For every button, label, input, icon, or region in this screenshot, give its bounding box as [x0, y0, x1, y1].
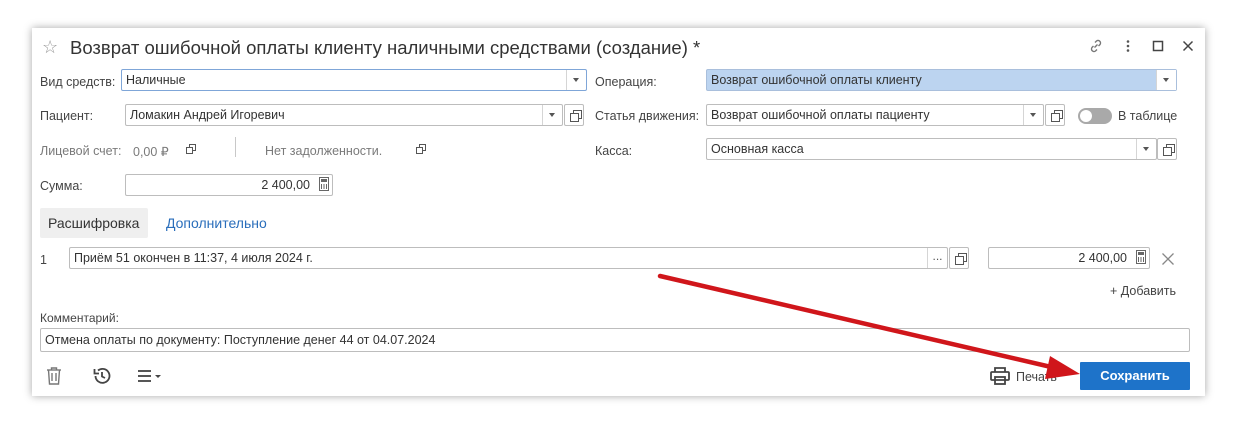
account-amount: 0,00 ₽ — [133, 145, 169, 159]
open-debt-icon[interactable] — [416, 144, 426, 154]
summa-input[interactable]: 2 400,00 — [125, 174, 333, 196]
open-statya-button[interactable] — [1045, 104, 1065, 126]
calculator-icon[interactable] — [1136, 250, 1146, 264]
summa-label: Сумма: — [40, 179, 83, 193]
more-vertical-icon[interactable] — [1120, 38, 1136, 54]
divider — [235, 137, 236, 157]
patient-value: Ломакин Андрей Игоревич — [130, 108, 285, 122]
tab-rasshifrovka[interactable]: Расшифровка — [40, 208, 148, 238]
delete-row-icon[interactable] — [1161, 252, 1175, 266]
kassa-value: Основная касса — [711, 142, 804, 156]
chevron-down-icon[interactable] — [1023, 105, 1043, 125]
operation-value: Возврат ошибочной оплаты клиенту — [711, 73, 922, 87]
open-patient-button[interactable] — [564, 104, 584, 126]
account-label: Лицевой счет: — [40, 144, 122, 158]
link-icon[interactable] — [1088, 38, 1104, 54]
favorite-star-icon[interactable]: ☆ — [42, 37, 58, 58]
menu-icon[interactable] — [137, 368, 165, 384]
operation-select[interactable]: Возврат ошибочной оплаты клиенту — [706, 69, 1177, 91]
statya-label: Статья движения: — [595, 109, 700, 123]
debt-status: Нет задолженности. — [265, 144, 383, 158]
patient-label: Пациент: — [40, 109, 94, 123]
chevron-down-icon[interactable] — [566, 70, 586, 90]
chevron-down-icon[interactable] — [1156, 70, 1176, 90]
chevron-down-icon[interactable] — [542, 105, 562, 125]
open-kassa-button[interactable] — [1157, 138, 1177, 160]
open-account-icon[interactable] — [186, 144, 196, 154]
close-icon[interactable] — [1180, 38, 1196, 54]
chevron-down-icon[interactable] — [1136, 139, 1156, 159]
statya-value: Возврат ошибочной оплаты пациенту — [711, 108, 930, 122]
row-description: Приём 51 окончен в 11:37, 4 июля 2024 г. — [74, 251, 313, 265]
summa-value: 2 400,00 — [261, 178, 310, 192]
comment-label: Комментарий: — [40, 311, 119, 325]
operation-label: Операция: — [595, 75, 657, 89]
in-table-label: В таблице — [1118, 109, 1178, 123]
row-number: 1 — [40, 253, 47, 267]
comment-value: Отмена оплаты по документу: Поступление … — [45, 333, 436, 347]
history-icon[interactable] — [91, 365, 113, 387]
vid-sredstv-select[interactable]: Наличные — [121, 69, 587, 91]
annotation-arrow — [657, 273, 1080, 379]
maximize-icon[interactable] — [1150, 38, 1166, 54]
patient-select[interactable]: Ломакин Андрей Игоревич — [125, 104, 563, 126]
vid-sredstv-value: Наличные — [126, 73, 186, 87]
kassa-select[interactable]: Основная касса — [706, 138, 1157, 160]
tab-dopolnitelno[interactable]: Дополнительно — [166, 215, 267, 231]
calculator-icon[interactable] — [319, 177, 329, 191]
in-table-toggle[interactable] — [1078, 108, 1112, 124]
trash-icon[interactable] — [45, 366, 63, 386]
add-row-button[interactable]: + Добавить — [1110, 284, 1176, 298]
vid-sredstv-label: Вид средств: — [40, 75, 116, 89]
statya-select[interactable]: Возврат ошибочной оплаты пациенту — [706, 104, 1044, 126]
kassa-label: Касса: — [595, 144, 633, 158]
window-title: Возврат ошибочной оплаты клиенту наличны… — [70, 37, 701, 58]
document-window: ☆ Возврат ошибочной оплаты клиенту налич… — [32, 28, 1205, 396]
